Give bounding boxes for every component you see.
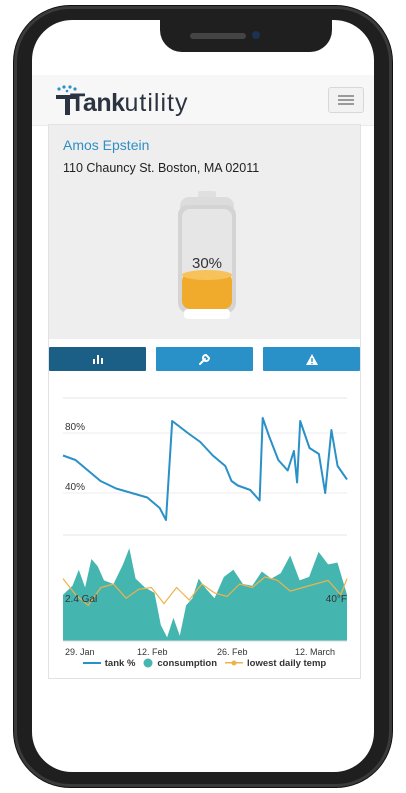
bar-chart-icon — [92, 355, 103, 364]
settings-button[interactable] — [156, 347, 253, 371]
right-axis-label: 40°F — [326, 594, 347, 605]
tank-utility-app: Tank utility Amos Epstein 110 Chauncy St… — [32, 20, 374, 772]
line-swatch-icon — [82, 662, 101, 664]
left-axis-label: 2.4 Gal — [65, 594, 97, 605]
top-bar: Tank utility — [32, 75, 374, 126]
legend-label-temp: lowest daily temp — [247, 657, 327, 669]
menu-line-icon — [338, 103, 354, 105]
tank-level-chart: 80% 40% — [57, 393, 353, 533]
tank-level-graphic: 30% — [176, 191, 238, 323]
customer-name[interactable]: Amos Epstein — [63, 137, 149, 153]
temp-swatch-icon — [225, 660, 244, 666]
wrench-icon — [198, 353, 210, 365]
phone-camera — [252, 31, 260, 39]
menu-line-icon — [338, 99, 354, 101]
menu-line-icon — [338, 95, 354, 97]
chart-legend: tank % consumption lowest daily temp — [49, 655, 360, 671]
consumption-chart-svg: 2.4 Gal 40°F29. Jan 12. Feb 26. Feb 12. Marc… — [62, 534, 348, 657]
tank-level-label: 30% — [191, 255, 223, 272]
alerts-button[interactable] — [263, 347, 360, 371]
tank-card: Amos Epstein 110 Chauncy St. Boston, MA … — [48, 124, 361, 679]
tank-level-chart-svg: 80% 40% — [62, 397, 348, 521]
legend-label-consumption: consumption — [157, 657, 218, 669]
hamburger-menu-button[interactable] — [328, 87, 364, 113]
tankutility-logo[interactable]: Tank utility — [54, 83, 188, 117]
y-tick-label: 80% — [65, 422, 85, 433]
y-tick-label: 40% — [65, 482, 85, 493]
legend-item-tank[interactable]: tank % — [82, 657, 136, 669]
consumption-chart: 2.4 Gal 40°F 29. Jan 12. Feb 26. Feb 12. Marc… — [57, 533, 353, 673]
logo-text-light: utility — [124, 89, 189, 117]
legend-label-tank: tank % — [104, 657, 136, 669]
phone-screen: Tank utility Amos Epstein 110 Chauncy St… — [32, 20, 374, 772]
phone-notch — [160, 18, 332, 52]
action-bar — [49, 347, 360, 371]
legend-item-consumption[interactable]: consumption — [143, 658, 217, 669]
warning-icon — [305, 353, 318, 365]
customer-address: 110 Chauncy St. Boston, MA 02011 — [63, 161, 260, 175]
customer-info-panel: Amos Epstein 110 Chauncy St. Boston, MA … — [49, 125, 360, 339]
stats-button[interactable] — [49, 347, 146, 371]
legend-item-temp[interactable]: lowest daily temp — [225, 658, 326, 669]
consumption-area — [63, 548, 347, 641]
phone-speaker — [190, 33, 246, 39]
logo-text-bold: Tank — [70, 89, 125, 117]
dot-swatch-icon — [143, 658, 153, 668]
